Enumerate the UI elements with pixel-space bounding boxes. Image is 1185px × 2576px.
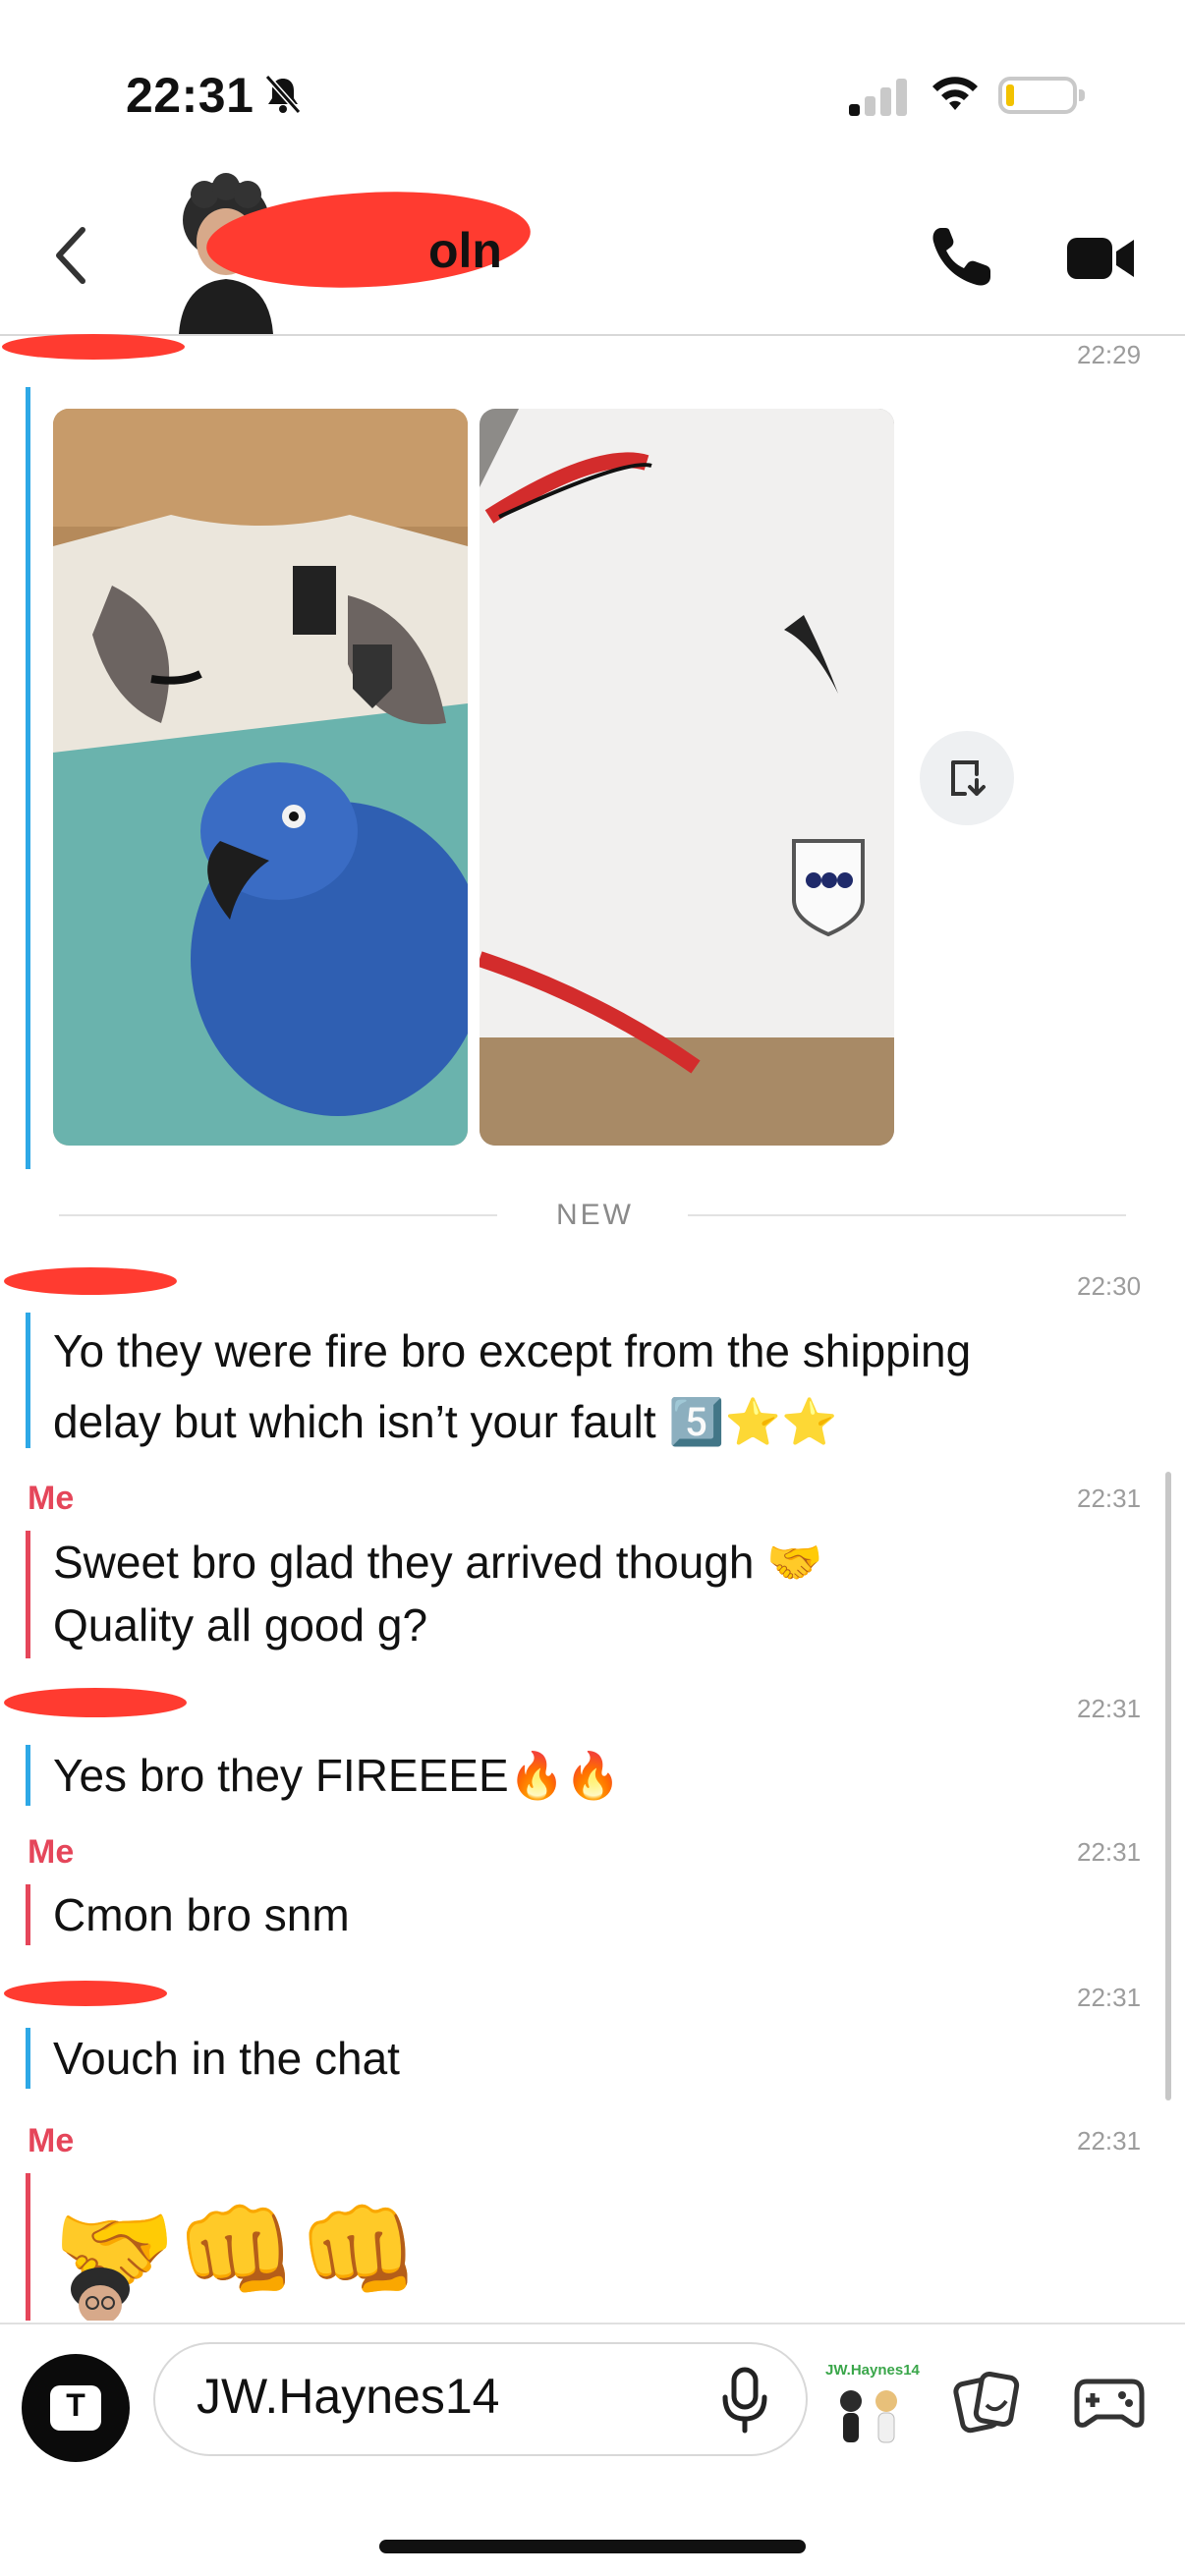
save-icon [951,760,986,796]
composer-divider [0,2323,1185,2324]
message-timestamp: 22:30 [1077,1271,1142,1301]
friend-message-bar [26,2028,30,2089]
message-text: Quality all good g? [53,1599,428,1651]
contact-name[interactable]: oln [428,222,502,279]
new-divider-label: NEW [556,1199,634,1231]
bell-muted-icon [264,75,302,114]
friend-message-bar [26,1745,30,1806]
phone-call-icon[interactable] [928,224,994,291]
new-divider-line-right [688,1214,1126,1216]
chat-input-value[interactable]: JW.Haynes14 [197,2368,499,2425]
message-timestamp: 22:29 [1077,340,1142,369]
cellular-signal-icon [849,77,908,116]
message-text: Sweet bro glad they arrived though 🤝 [53,1537,823,1588]
sender-me-label: Me [28,1480,75,1517]
sender-name-redaction [4,1981,167,2006]
video-call-icon[interactable] [1067,234,1136,283]
bitmoji-duo-icon [840,2390,897,2443]
stickers-icon[interactable] [953,2372,1022,2435]
sender-me-label: Me [28,1833,75,1871]
message-timestamp: 22:31 [1077,1694,1142,1723]
message-text: Yes bro they FIREEEE🔥🔥 [53,1750,622,1801]
new-divider-line-left [59,1214,497,1216]
message-timestamp: 22:31 [1077,1983,1142,2012]
jersey-photo-england[interactable] [480,409,894,1146]
battery-icon [998,77,1085,114]
friend-message-bar [26,1313,30,1448]
header-divider [0,334,1185,336]
bitmoji-label: JW.Haynes14 [825,2362,920,2379]
chat-scrollbar[interactable] [1165,1472,1171,2100]
message-text: Vouch in the chat [53,2033,400,2084]
back-chevron-icon[interactable] [51,224,90,287]
home-indicator[interactable] [379,2540,806,2553]
message-text: Cmon bro snm [53,1889,350,1940]
message-timestamp: 22:31 [1077,1837,1142,1867]
save-to-memories-button[interactable] [920,731,1014,825]
wifi-icon [932,77,978,110]
camera-button[interactable]: T [22,2354,130,2462]
message-timestamp: 22:31 [1077,1484,1142,1513]
message-text: delay but which isn’t your fault 5️⃣⭐️⭐️ [53,1396,838,1447]
my-message-bar [26,1531,30,1658]
message-timestamp: 22:31 [1077,2126,1142,2156]
camera-letter: T [66,2387,85,2423]
sender-me-label: Me [28,2122,75,2159]
sender-name-redaction [4,1267,177,1295]
sender-name-redaction [4,1688,187,1717]
bitmoji-button[interactable]: JW.Haynes14 [819,2358,920,2456]
my-bitmoji-small [71,2268,130,2321]
message-text: Yo they were fire bro except from the sh… [53,1325,972,1376]
status-time: 22:31 [126,68,254,123]
microphone-icon[interactable] [717,2366,772,2435]
friend-message-bar [26,387,30,1169]
my-message-bar [26,2173,30,2321]
sender-name-redaction [2,334,185,360]
my-message-bar [26,1884,30,1945]
games-controller-icon[interactable] [1073,2376,1146,2431]
jersey-photo-brazil[interactable] [53,409,468,1146]
